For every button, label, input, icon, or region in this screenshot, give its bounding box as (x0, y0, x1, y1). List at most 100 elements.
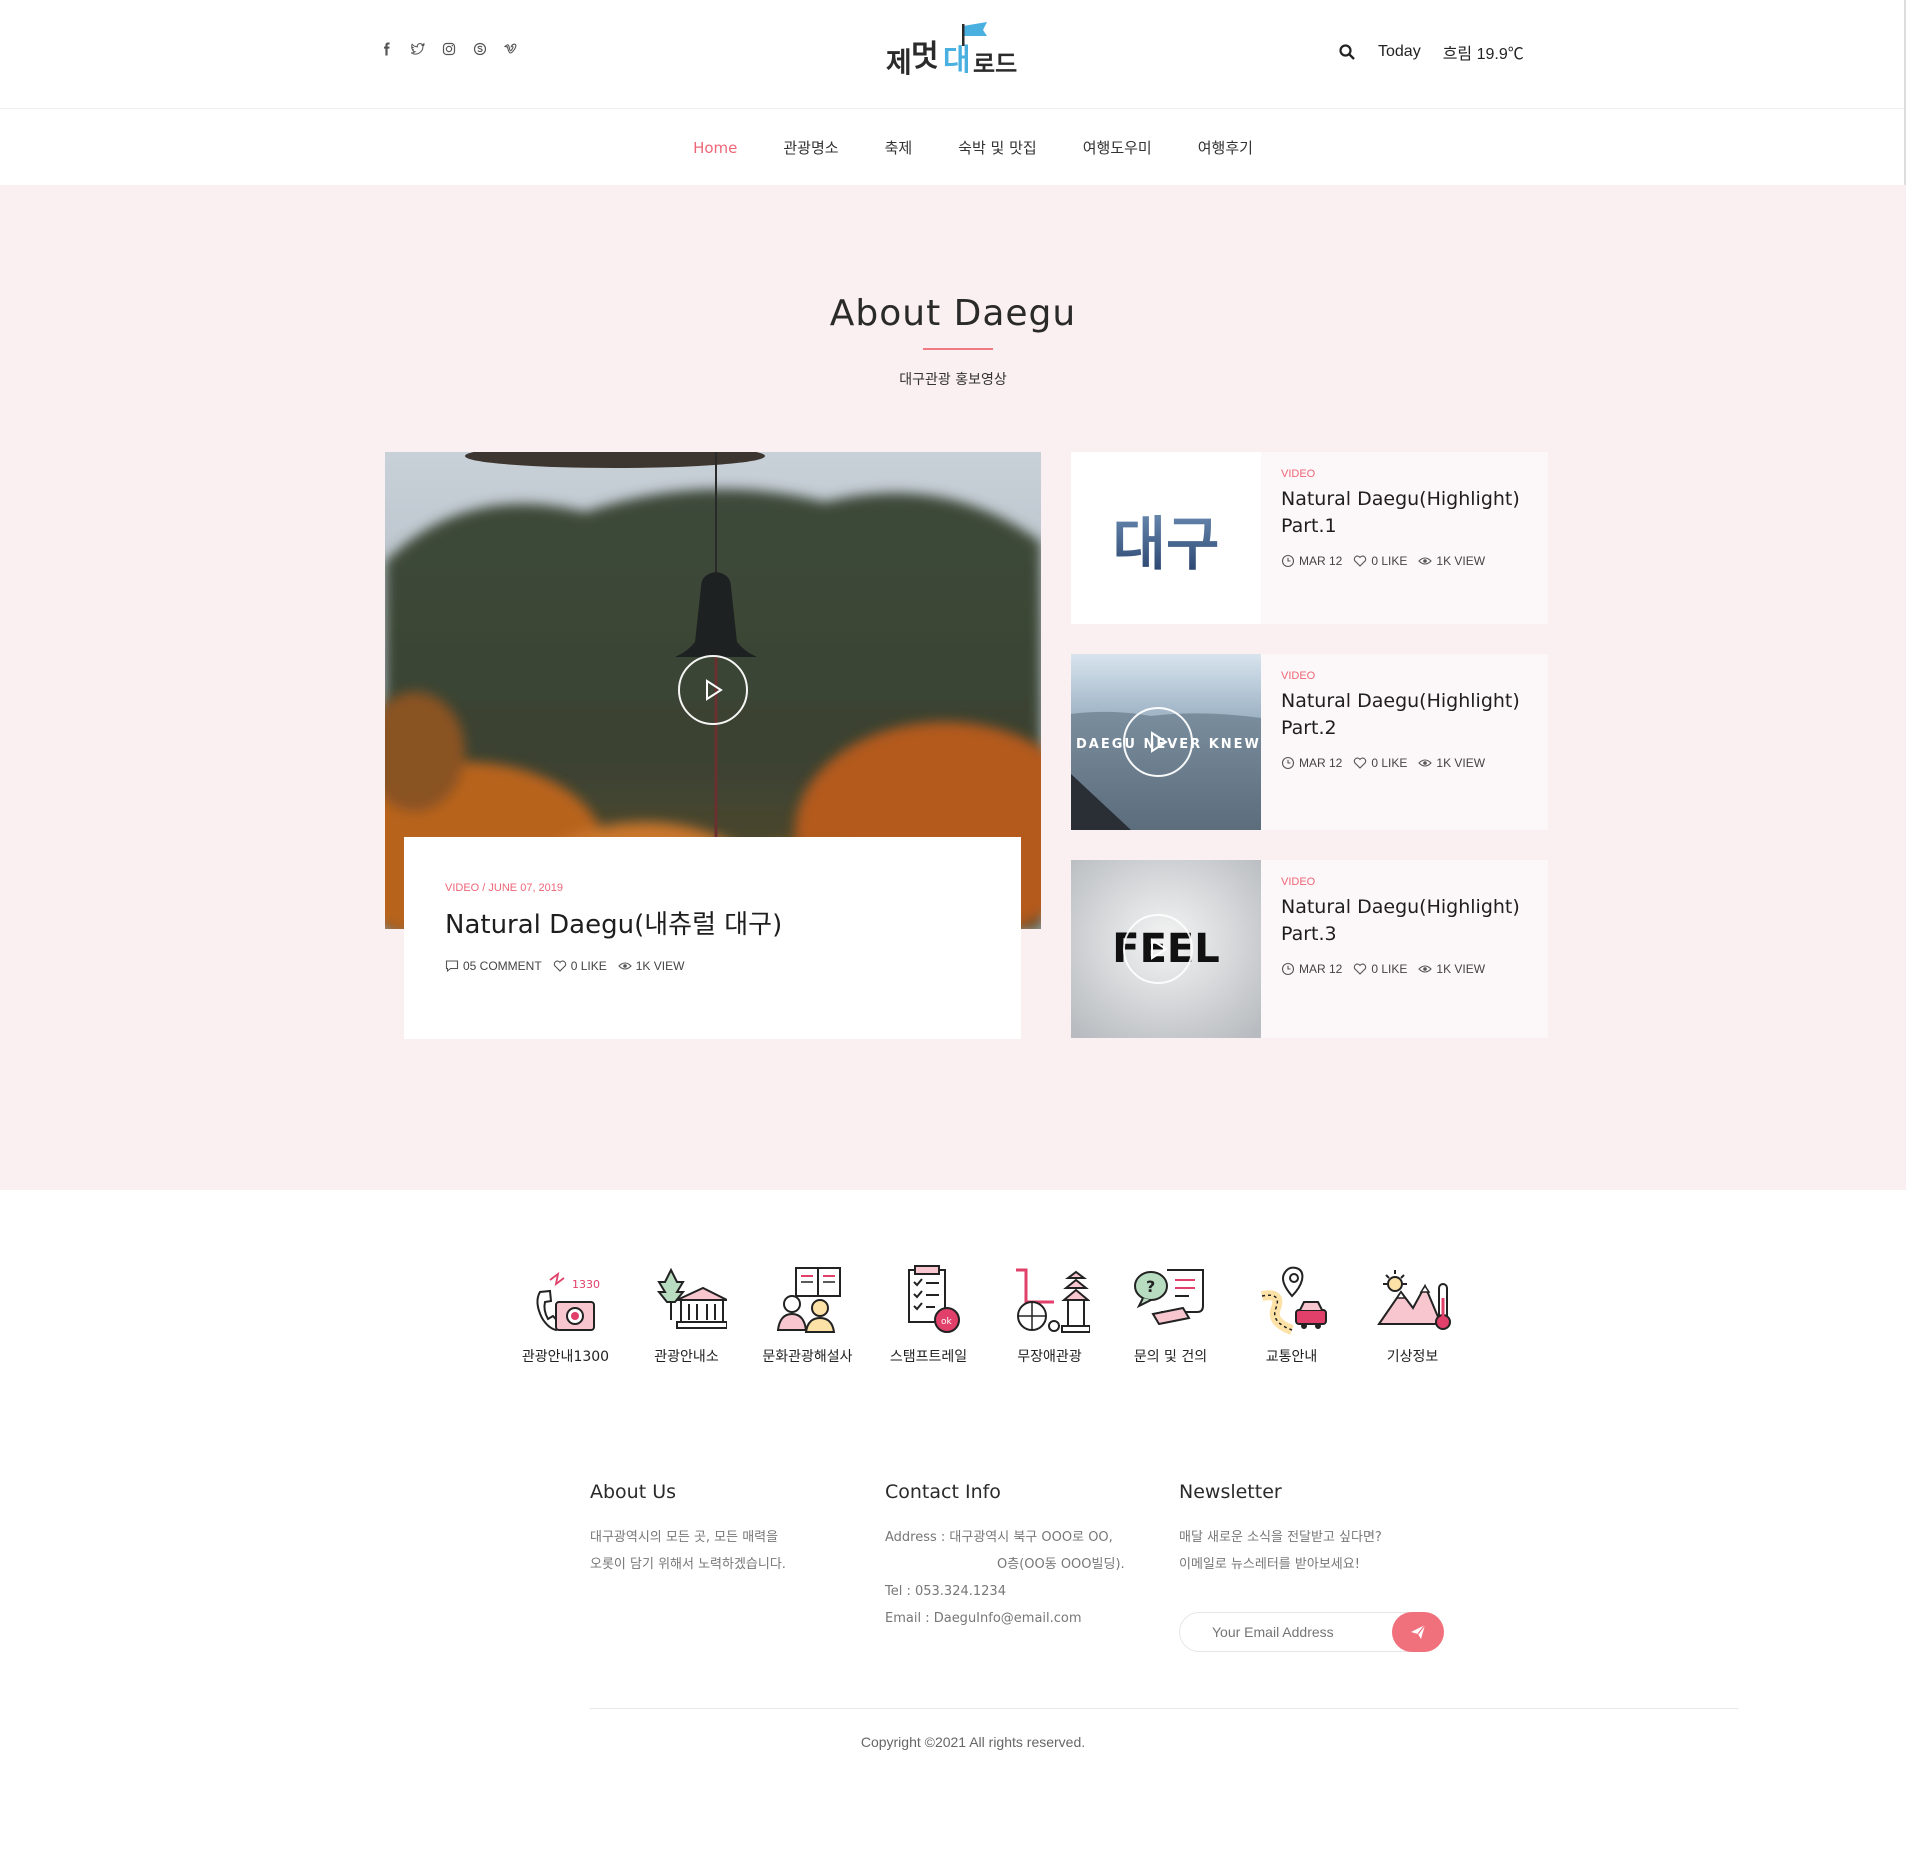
like-count[interactable]: 0 LIKE (1353, 554, 1407, 568)
nav-reviews[interactable]: 여행후기 (1198, 137, 1253, 158)
play-icon (1151, 731, 1168, 753)
eye-icon (1418, 557, 1433, 565)
nav-lodging-food[interactable]: 숙박 및 맛집 (958, 137, 1037, 158)
contact-tel: Tel : 053.324.1234 (885, 1584, 1006, 1599)
footer-about-text-1: 대구광역시의 모든 곳, 모든 매력을 (590, 1530, 779, 1545)
side-video-card[interactable]: FEEL VIDEO Natural Daegu(Highlight) Part.… (1071, 860, 1548, 1038)
play-button[interactable] (1123, 914, 1193, 984)
eye-icon (1418, 759, 1433, 767)
top-bar: 제 멋 대 로드 Today 흐림 19.9℃ (0, 0, 1906, 109)
video-thumbnail[interactable]: FEEL (1071, 860, 1261, 1038)
like-count[interactable]: 0 LIKE (553, 959, 607, 973)
like-count[interactable]: 0 LIKE (1353, 756, 1407, 770)
view-count: 1K VIEW (1418, 756, 1485, 770)
today-label: Today (1378, 43, 1421, 60)
heart-icon (1354, 555, 1367, 567)
video-category[interactable]: VIDEO (1281, 468, 1520, 480)
section-title: About Daegu (829, 293, 1077, 334)
post-meta: VIDEO / JUNE 07, 2019 (445, 882, 564, 894)
facebook-icon[interactable] (380, 42, 394, 56)
service-tourist-call[interactable]: 1330 관광안내1300 (505, 1262, 626, 1366)
svg-text:?: ? (1146, 1277, 1155, 1296)
post-stats: 05 COMMENT 0 LIKE 1K VIEW (445, 959, 980, 973)
twitter-icon[interactable] (411, 42, 425, 56)
email-input[interactable] (1180, 1624, 1390, 1640)
logo-part-1: 제 (886, 46, 912, 79)
side-video-card[interactable]: 대구 VIDEO Natural Daegu(Highlight) Part.1 … (1071, 452, 1548, 624)
send-button[interactable] (1392, 1612, 1444, 1652)
clock-icon (1281, 756, 1295, 770)
svg-text:ok: ok (941, 1317, 953, 1327)
like-count[interactable]: 0 LIKE (1353, 962, 1407, 976)
service-traffic[interactable]: 교통안내 (1231, 1262, 1352, 1366)
nav-festivals[interactable]: 축제 (885, 137, 913, 158)
service-barrier-free[interactable]: 무장애관광 (989, 1262, 1110, 1366)
newsletter-text-1: 매달 새로운 소식을 전달받고 싶다면? (1179, 1530, 1382, 1545)
play-button[interactable] (1123, 707, 1193, 777)
paper-plane-icon (1411, 1624, 1426, 1639)
vimeo-icon[interactable] (504, 42, 518, 56)
info-center-icon (656, 1267, 727, 1329)
video-date: MAR 12 (1281, 554, 1342, 568)
post-category[interactable]: VIDEO (445, 882, 479, 894)
service-guide[interactable]: 문화관광해설사 (747, 1262, 868, 1366)
footer-newsletter-title: Newsletter (1179, 1481, 1282, 1503)
weather-status: 흐림 19.9℃ (1442, 46, 1524, 63)
nav-attractions[interactable]: 관광명소 (783, 137, 838, 158)
search-icon[interactable] (1338, 43, 1356, 61)
post-title[interactable]: Natural Daegu(내츄럴 대구) (445, 904, 980, 941)
view-count: 1K VIEW (1418, 554, 1485, 568)
video-title[interactable]: Natural Daegu(Highlight) Part.3 (1281, 894, 1520, 948)
heart-icon (1354, 963, 1367, 975)
section-subtitle: 대구관광 홍보영상 (899, 372, 1007, 388)
video-title[interactable]: Natural Daegu(Highlight) Part.2 (1281, 688, 1520, 742)
logo-part-4: 로드 (973, 50, 1017, 78)
comment-count[interactable]: 05 COMMENT (445, 959, 542, 973)
contact-email[interactable]: Email : DaeguInfo@email.com (885, 1605, 1155, 1632)
service-stamp-trail[interactable]: ok 스탬프트레일 (868, 1262, 989, 1366)
site-logo[interactable]: 제 멋 대 로드 (883, 20, 1023, 82)
logo-part-3: 대 (943, 43, 971, 78)
contact-address-2: O층(OO동 OOO빌딩). (997, 1557, 1125, 1572)
social-links (380, 42, 518, 56)
video-info: VIDEO Natural Daegu(Highlight) Part.2 MAR… (1261, 654, 1540, 830)
copyright-text: Copyright ©2021 All rights reserved. (860, 1734, 1086, 1750)
video-thumbnail[interactable]: 대구 (1071, 452, 1261, 624)
service-weather[interactable]: 기상정보 (1352, 1262, 1473, 1366)
side-video-card[interactable]: DAEGU NEVER KNEW VIDEO Natural Daegu(Hig… (1071, 654, 1548, 830)
footer-about-title: About Us (590, 1481, 677, 1503)
clock-icon (1281, 554, 1295, 568)
stamp-trail-icon: ok (907, 1265, 960, 1333)
tourist-call-icon: 1330 (535, 1271, 600, 1332)
footer-contact: Contact Info Address : 대구광역시 북구 OOO로 OO,… (885, 1480, 1155, 1632)
video-stats: MAR 12 0 LIKE 1K VIEW (1281, 554, 1520, 568)
nav-travel-helper[interactable]: 여행도우미 (1083, 137, 1152, 158)
nav-home[interactable]: Home (693, 139, 737, 157)
footer-contact-title: Contact Info (885, 1481, 1001, 1503)
eye-icon (1418, 965, 1433, 973)
play-icon (706, 679, 723, 701)
main-video-card[interactable]: VIDEO / JUNE 07, 2019 Natural Daegu(내츄럴 … (404, 837, 1021, 1039)
view-count: 1K VIEW (1418, 962, 1485, 976)
video-thumbnail[interactable]: DAEGU NEVER KNEW (1071, 654, 1261, 830)
footer-newsletter: Newsletter 매달 새로운 소식을 전달받고 싶다면? 이메일로 뉴스레… (1179, 1480, 1459, 1578)
skype-icon[interactable] (473, 42, 487, 56)
instagram-icon[interactable] (442, 42, 456, 56)
service-inquiry[interactable]: ? 문의 및 건의 (1110, 1262, 1231, 1366)
footer-about-text-2: 오롯이 담기 위해서 노력하겠습니다. (590, 1557, 786, 1572)
view-count: 1K VIEW (617, 959, 684, 973)
play-icon (1151, 938, 1168, 960)
video-category[interactable]: VIDEO (1281, 670, 1520, 682)
video-title[interactable]: Natural Daegu(Highlight) Part.1 (1281, 486, 1520, 540)
contact-address-1: Address : 대구광역시 북구 OOO로 OO, (885, 1530, 1113, 1545)
play-button[interactable] (678, 655, 748, 725)
clock-icon (1281, 962, 1295, 976)
comment-icon (445, 960, 459, 973)
video-stats: MAR 12 0 LIKE 1K VIEW (1281, 962, 1520, 976)
header-utilities: Today 흐림 19.9℃ (1338, 40, 1524, 64)
newsletter-form (1179, 1612, 1444, 1652)
video-category[interactable]: VIDEO (1281, 876, 1520, 888)
service-info-center[interactable]: 관광안내소 (626, 1262, 747, 1366)
weather-icon (1376, 1270, 1451, 1330)
logo-part-2: 멋 (911, 39, 939, 74)
